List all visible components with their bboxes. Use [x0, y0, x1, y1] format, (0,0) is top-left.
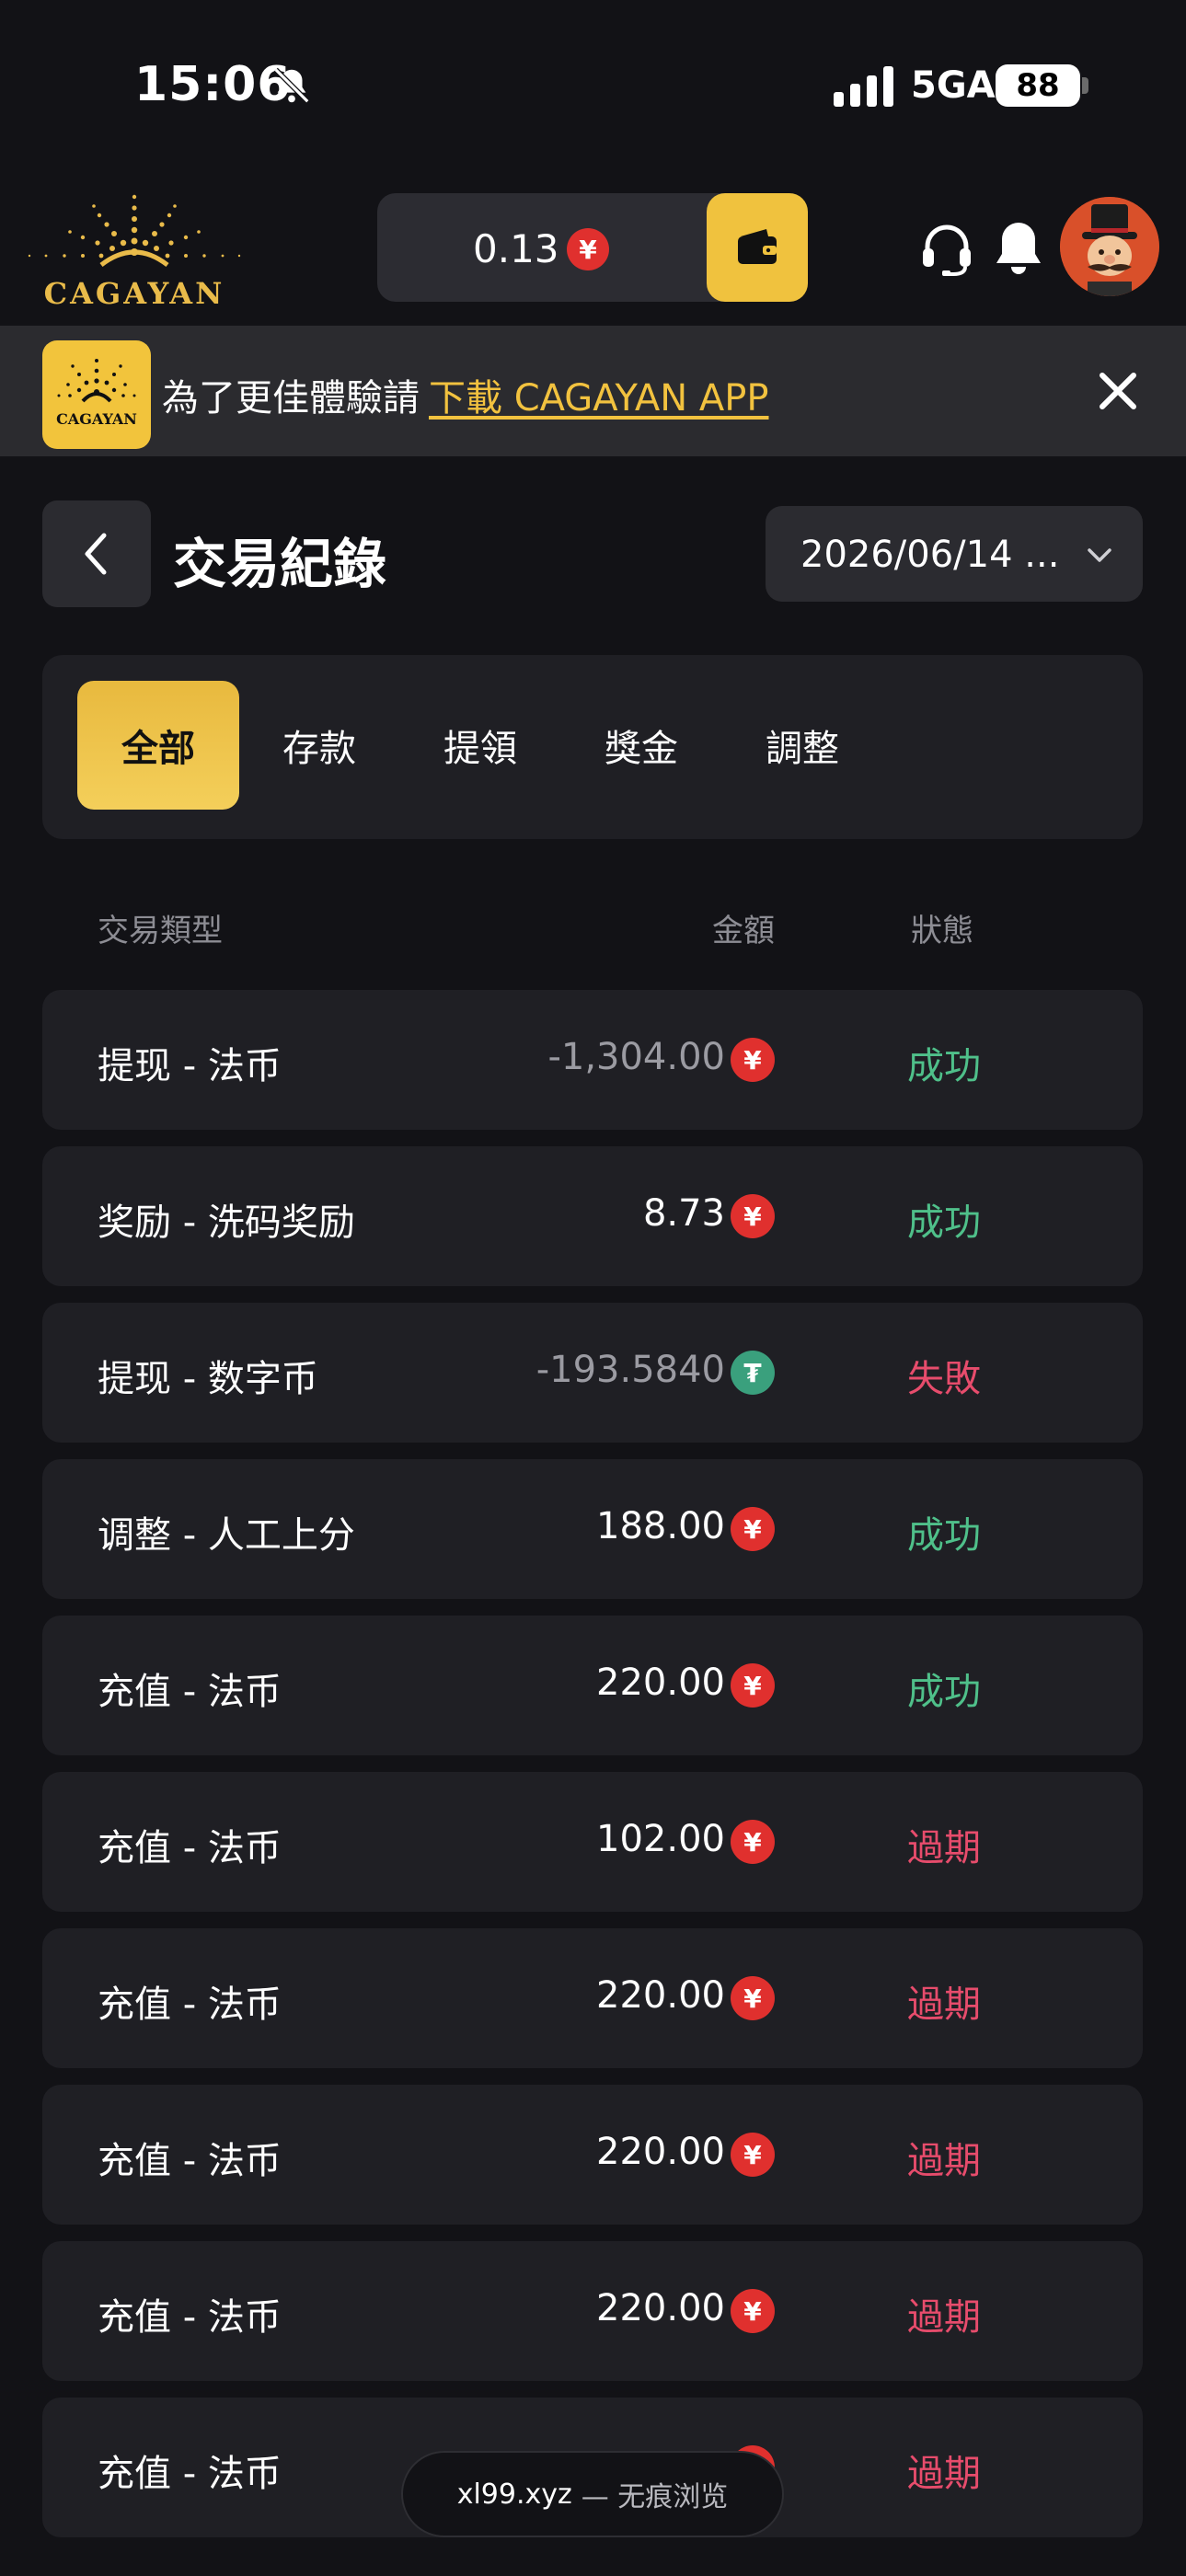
chevron-down-icon: [1088, 548, 1111, 562]
private-browsing-label: — 无痕浏览: [581, 2481, 729, 2513]
transaction-status: 成功: [907, 1671, 981, 1713]
transaction-row[interactable]: 充值 - 法币 102.00 ¥ 過期: [42, 1772, 1143, 1912]
transaction-status: 過期: [907, 1827, 981, 1869]
transaction-amount: -1,304.00: [547, 1036, 725, 1078]
transaction-row[interactable]: 充值 - 法币 220.00 ¥ 過期: [42, 2085, 1143, 2225]
transaction-amount: -193.5840: [535, 1349, 725, 1391]
signal-strength-icon: [834, 66, 893, 107]
yuan-currency-icon: ¥: [731, 1976, 775, 2020]
transaction-type-tabs: 全部 存款 提領 獎金 調整: [42, 655, 1143, 839]
transaction-row[interactable]: 提现 - 法币 -1,304.00 ¥ 成功: [42, 990, 1143, 1130]
transaction-type: 充值 - 法币: [98, 1984, 282, 2026]
yuan-currency-icon: ¥: [731, 1663, 775, 1708]
transaction-type: 充值 - 法币: [98, 2296, 282, 2339]
balance-amount: 0.13: [473, 226, 559, 271]
transaction-amount: 220.00: [596, 2287, 725, 2329]
tab-all[interactable]: 全部: [77, 681, 239, 810]
tab-adjustment[interactable]: 調整: [721, 681, 883, 810]
banner-app-logo: CAGAYAN: [42, 340, 151, 449]
banner-sun-logo-icon: [57, 359, 136, 403]
yuan-currency-icon: ¥: [731, 2289, 775, 2333]
transaction-row[interactable]: 提现 - 数字币 -193.5840 ₮ 失敗: [42, 1303, 1143, 1443]
cagayan-logo[interactable]: CAGAYAN: [24, 188, 245, 311]
transaction-type: 奖励 - 洗码奖励: [98, 1202, 355, 1244]
bell-muted-icon: [273, 67, 310, 104]
status-bar: 15:06 5GA 88: [0, 0, 1186, 175]
transaction-type: 充值 - 法币: [98, 1671, 282, 1713]
banner-logo-wordmark: CAGAYAN: [56, 410, 137, 428]
transaction-row[interactable]: 调整 - 人工上分 188.00 ¥ 成功: [42, 1459, 1143, 1599]
transaction-type: 充值 - 法币: [98, 1827, 282, 1869]
transaction-amount: 8.73: [642, 1192, 725, 1235]
column-header-status: 狀態: [911, 913, 973, 949]
transaction-type: 充值 - 法币: [98, 2453, 282, 2495]
transaction-history-screen: 15:06 5GA 88 CAGAYAN 0.13 ¥ CAGAYAN 為了更佳…: [0, 0, 1186, 2576]
customer-service-headset-icon[interactable]: [920, 223, 973, 276]
banner-prompt: 為了更佳體驗請: [162, 377, 420, 420]
transaction-status: 過期: [907, 2453, 981, 2495]
transaction-status: 過期: [907, 2296, 981, 2339]
tab-deposit[interactable]: 存款: [238, 681, 400, 810]
transaction-status: 成功: [907, 1045, 981, 1087]
battery-level: 88: [1016, 67, 1060, 104]
transaction-list: 提现 - 法币 -1,304.00 ¥ 成功 奖励 - 洗码奖励 8.73 ¥ …: [42, 990, 1143, 2554]
date-range-select[interactable]: 2026/06/14 ...: [766, 506, 1143, 602]
back-button[interactable]: [42, 500, 151, 607]
transaction-row[interactable]: 充值 - 法币 220.00 ¥ 過期: [42, 1928, 1143, 2068]
wallet-icon: [738, 229, 777, 264]
wallet-button[interactable]: [707, 193, 808, 302]
transaction-status: 失敗: [907, 1358, 981, 1400]
yuan-currency-icon: ¥: [731, 1507, 775, 1551]
transaction-row[interactable]: 充值 - 法币 220.00 ¥ 過期: [42, 2241, 1143, 2381]
transaction-row[interactable]: 奖励 - 洗码奖励 8.73 ¥ 成功: [42, 1146, 1143, 1286]
column-header-type: 交易類型: [98, 913, 223, 949]
transaction-status: 過期: [907, 2140, 981, 2182]
transaction-amount: 220.00: [596, 1974, 725, 2017]
logo-wordmark: CAGAYAN: [43, 276, 225, 311]
banner-message: 為了更佳體驗請 下載 CAGAYAN APP: [162, 368, 769, 421]
chevron-left-icon: [85, 533, 107, 575]
close-banner-icon[interactable]: [1095, 368, 1141, 414]
page-title: 交易紀錄: [173, 533, 387, 595]
sun-rays-logo-icon: [28, 194, 241, 267]
yuan-currency-icon: ¥: [731, 1194, 775, 1238]
user-avatar[interactable]: [1060, 197, 1159, 296]
notification-bell-icon[interactable]: [994, 219, 1043, 276]
column-header-amount: 金額: [712, 913, 775, 949]
battery-cap: [1082, 77, 1088, 94]
yuan-currency-icon: ¥: [731, 1038, 775, 1082]
download-app-link[interactable]: 下載 CAGAYAN APP: [429, 377, 769, 420]
status-time: 15:06: [134, 57, 292, 112]
transaction-amount: 102.00: [596, 1818, 725, 1860]
tab-bonus[interactable]: 獎金: [560, 681, 722, 810]
browser-address-pill[interactable]: xl99.xyz — 无痕浏览: [401, 2451, 784, 2537]
battery-icon: 88: [996, 64, 1080, 107]
avatar-illustration: [1060, 197, 1159, 296]
transaction-row[interactable]: 充值 - 法币 220.00 ¥ 成功: [42, 1616, 1143, 1755]
transaction-type: 提现 - 数字币: [98, 1358, 318, 1400]
transaction-status: 過期: [907, 1984, 981, 2026]
usdt-currency-icon: ₮: [731, 1351, 775, 1395]
date-range-value: 2026/06/14 ...: [800, 534, 1060, 576]
transaction-amount: 188.00: [596, 1505, 725, 1547]
transaction-type: 调整 - 人工上分: [98, 1514, 355, 1557]
transaction-amount: 220.00: [596, 2131, 725, 2173]
app-header: CAGAYAN 0.13 ¥: [0, 175, 1186, 326]
yuan-currency-icon: ¥: [731, 2133, 775, 2177]
yuan-currency-icon: ¥: [731, 1820, 775, 1864]
network-type: 5GA: [911, 64, 996, 107]
transaction-type: 充值 - 法币: [98, 2140, 282, 2182]
yuan-currency-icon: ¥: [567, 228, 609, 270]
transaction-status: 成功: [907, 1514, 981, 1557]
tab-withdraw[interactable]: 提領: [399, 681, 561, 810]
browser-domain: xl99.xyz: [456, 2478, 572, 2511]
transaction-type: 提现 - 法币: [98, 1045, 282, 1087]
balance-display[interactable]: 0.13 ¥: [377, 193, 808, 302]
transaction-status: 成功: [907, 1202, 981, 1244]
download-app-banner: CAGAYAN 為了更佳體驗請 下載 CAGAYAN APP: [0, 326, 1186, 456]
transaction-amount: 220.00: [596, 1662, 725, 1704]
